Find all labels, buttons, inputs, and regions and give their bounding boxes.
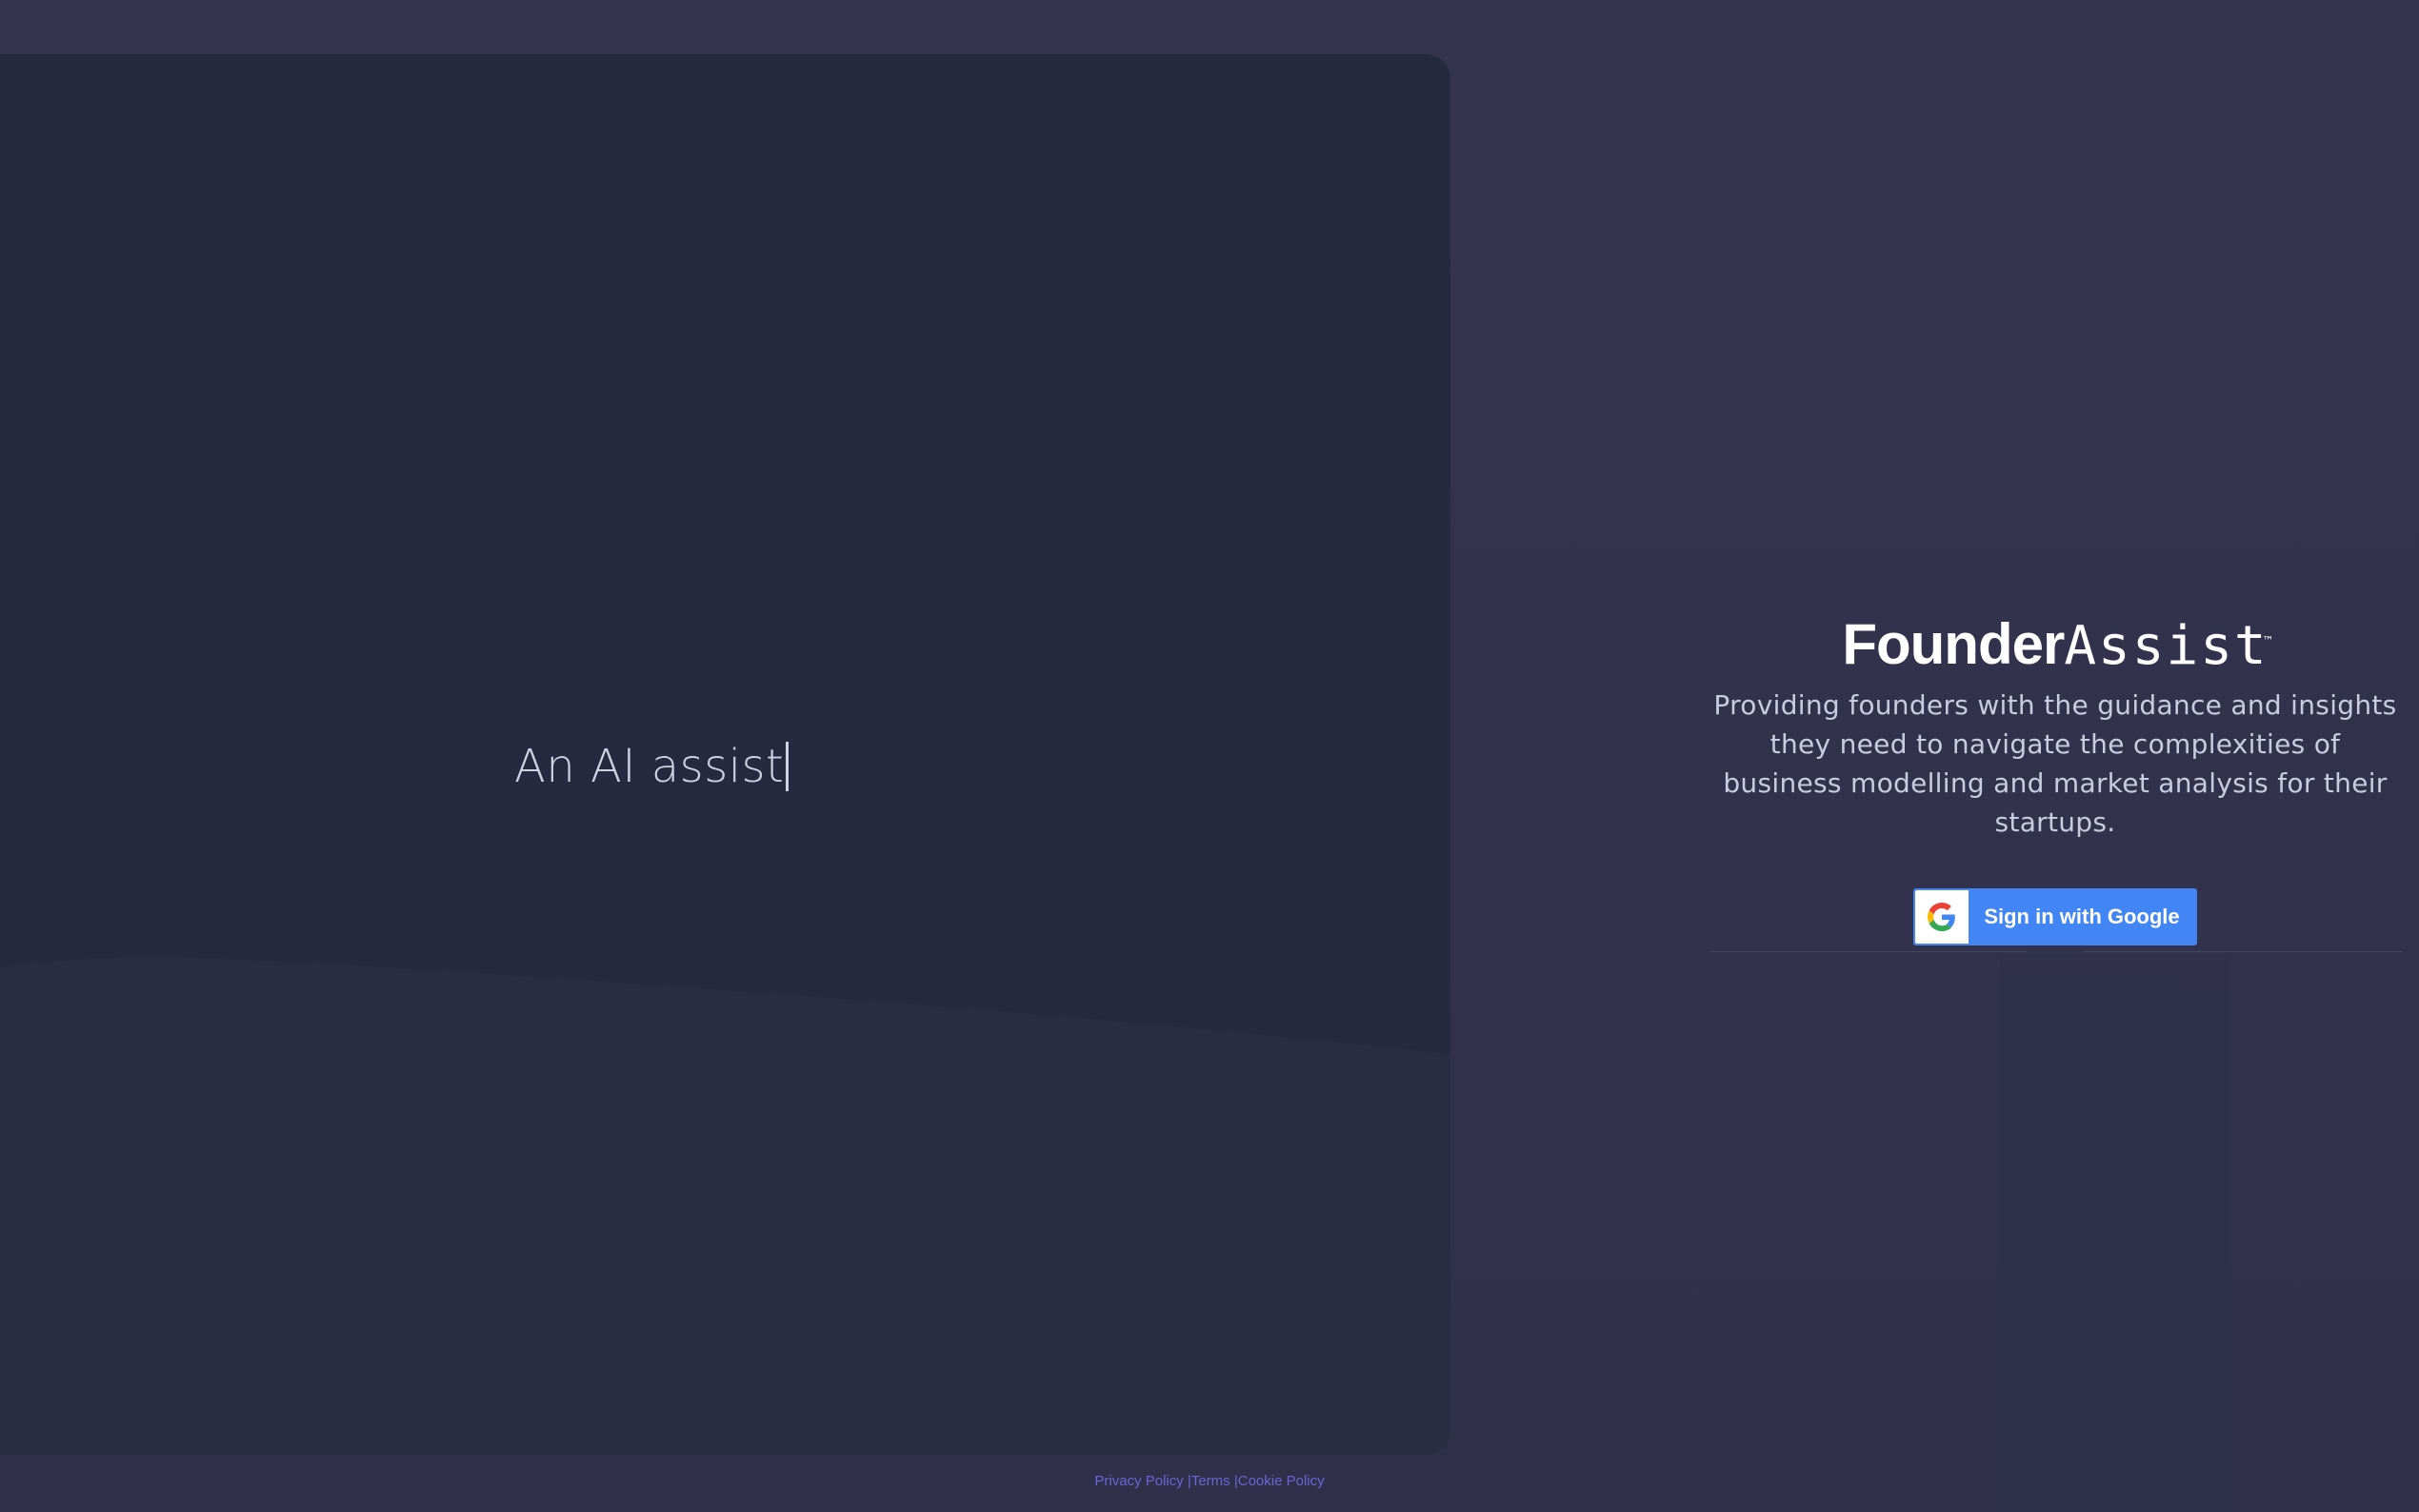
cookie-policy-link[interactable]: Cookie Policy [1238,1473,1325,1489]
footer-links: Privacy Policy |Terms |Cookie Policy [0,1473,2419,1489]
tagline: Providing founders with the guidance and… [1713,689,2397,838]
divider-left [1710,951,2027,952]
hero-typed-text-content: An AI assist [514,740,785,793]
divider-right [2084,951,2402,952]
brand-name-bold: Founder [1842,612,2065,676]
google-g-icon [1915,890,1969,944]
trademark-mark: ™ [2262,634,2274,647]
signin-section: FounderAssist ™ Providing founders with … [1705,609,2406,945]
google-button-label: Sign in with Google [1984,905,2180,928]
sign-in-with-google-button[interactable]: Sign in with Google [1913,888,2197,945]
landing-page: An AI assist FounderAssist ™ Providing f… [0,0,2419,1512]
text-caret [786,742,790,791]
brand-logo: FounderAssist ™ [1842,611,2273,680]
hero-typed-text: An AI assist [514,740,790,793]
terms-link[interactable]: Terms [1191,1473,1230,1489]
brand-name-light: Assist [2064,615,2269,677]
hero-panel: An AI assist [0,54,1450,1455]
privacy-policy-link[interactable]: Privacy Policy [1094,1473,1183,1489]
background-shade [2000,954,2229,1512]
